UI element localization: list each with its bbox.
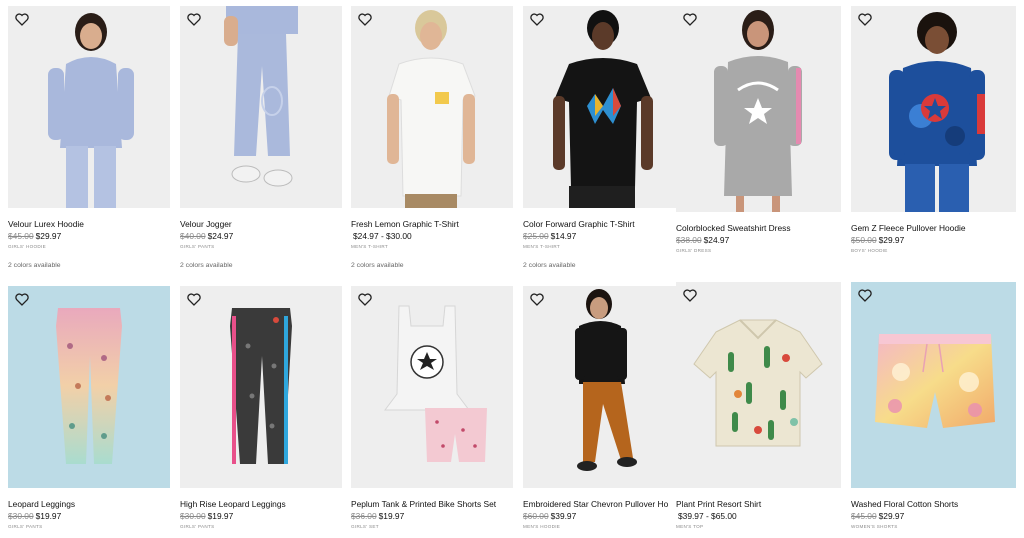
product-image[interactable]	[851, 6, 1016, 212]
product-image[interactable]	[676, 282, 841, 488]
product-name[interactable]: Velour Lurex Hoodie	[8, 219, 178, 229]
sale-price: $29.97	[35, 231, 62, 241]
product-name[interactable]: Washed Floral Cotton Shorts	[851, 499, 1021, 509]
product-category: MEN'S TOP	[676, 524, 704, 529]
product-image[interactable]	[180, 6, 342, 208]
product-name[interactable]: Velour Jogger	[180, 219, 350, 229]
sale-price: $39.97	[550, 511, 577, 521]
heart-outline-icon[interactable]	[358, 293, 372, 306]
product-category: GIRLS' HOODIE	[8, 244, 46, 249]
sale-price: $29.97	[878, 235, 905, 245]
sale-price: $24.97	[207, 231, 234, 241]
product-image[interactable]	[8, 286, 170, 488]
original-price: $60.00	[523, 511, 549, 521]
colors-available[interactable]: 2 colors available	[180, 262, 350, 270]
product-image[interactable]	[8, 6, 170, 208]
product-image[interactable]	[523, 286, 685, 488]
product-image[interactable]	[351, 6, 513, 208]
original-price: $25.00	[523, 231, 549, 241]
product-image[interactable]	[676, 6, 841, 212]
colors-available[interactable]: 2 colors available	[523, 262, 693, 270]
original-price: $45.00	[851, 511, 877, 521]
product-category: WOMEN'S SHORTS	[851, 524, 898, 529]
sale-price: $19.97	[207, 511, 234, 521]
product-name[interactable]: Colorblocked Sweatshirt Dress	[676, 223, 846, 233]
sale-price: $19.97	[378, 511, 405, 521]
product-image[interactable]	[851, 282, 1016, 488]
product-category: MEN'S T-SHIRT	[523, 244, 561, 249]
original-price: $30.00	[180, 511, 206, 521]
product-category: BOYS' HOODIE	[851, 248, 888, 253]
sale-price: $14.97	[550, 231, 577, 241]
heart-outline-icon[interactable]	[358, 13, 372, 26]
original-price: $45.00	[8, 231, 34, 241]
product-category: GIRLS' DRESS	[676, 248, 712, 253]
sale-price: $19.97	[35, 511, 62, 521]
product-category: GIRLS' SET	[351, 524, 379, 529]
original-price: $36.00	[351, 511, 377, 521]
heart-outline-icon[interactable]	[187, 293, 201, 306]
heart-outline-icon[interactable]	[187, 13, 201, 26]
product-category: GIRLS' PANTS	[180, 524, 215, 529]
original-price: $50.00	[851, 235, 877, 245]
heart-outline-icon[interactable]	[683, 13, 697, 26]
product-category: GIRLS' PANTS	[180, 244, 215, 249]
heart-outline-icon[interactable]	[15, 13, 29, 26]
product-name[interactable]: Gem Z Fleece Pullover Hoodie	[851, 223, 1021, 233]
product-name[interactable]: Fresh Lemon Graphic T-Shirt	[351, 219, 521, 229]
colors-available[interactable]: 2 colors available	[8, 262, 178, 270]
heart-outline-icon[interactable]	[530, 13, 544, 26]
original-price: $38.00	[676, 235, 702, 245]
product-name[interactable]: High Rise Leopard Leggings	[180, 499, 350, 509]
product-name[interactable]: Plant Print Resort Shirt	[676, 499, 846, 509]
heart-outline-icon[interactable]	[530, 293, 544, 306]
original-price: $30.00	[8, 511, 34, 521]
product-image[interactable]	[180, 286, 342, 488]
heart-outline-icon[interactable]	[858, 289, 872, 302]
product-name[interactable]: Embroidered Star Chevron Pullover Ho	[523, 499, 693, 509]
heart-outline-icon[interactable]	[683, 289, 697, 302]
heart-outline-icon[interactable]	[15, 293, 29, 306]
product-image[interactable]	[523, 6, 685, 208]
product-name[interactable]: Color Forward Graphic T-Shirt	[523, 219, 693, 229]
heart-outline-icon[interactable]	[858, 13, 872, 26]
product-name[interactable]: Leopard Leggings	[8, 499, 178, 509]
colors-available[interactable]: 2 colors available	[351, 262, 521, 270]
product-category: MEN'S T-SHIRT	[351, 244, 389, 249]
sale-price: $24.97	[703, 235, 730, 245]
original-price: $40.00	[180, 231, 206, 241]
product-image[interactable]	[351, 286, 513, 488]
sale-price: $29.97	[878, 511, 905, 521]
sale-price: $39.97 - $65.00	[678, 511, 737, 521]
product-category: MEN'S HOODIE	[523, 524, 561, 529]
product-category: GIRLS' PANTS	[8, 524, 43, 529]
product-name[interactable]: Peplum Tank & Printed Bike Shorts Set	[351, 499, 521, 509]
sale-price: $24.97 - $30.00	[353, 231, 412, 241]
